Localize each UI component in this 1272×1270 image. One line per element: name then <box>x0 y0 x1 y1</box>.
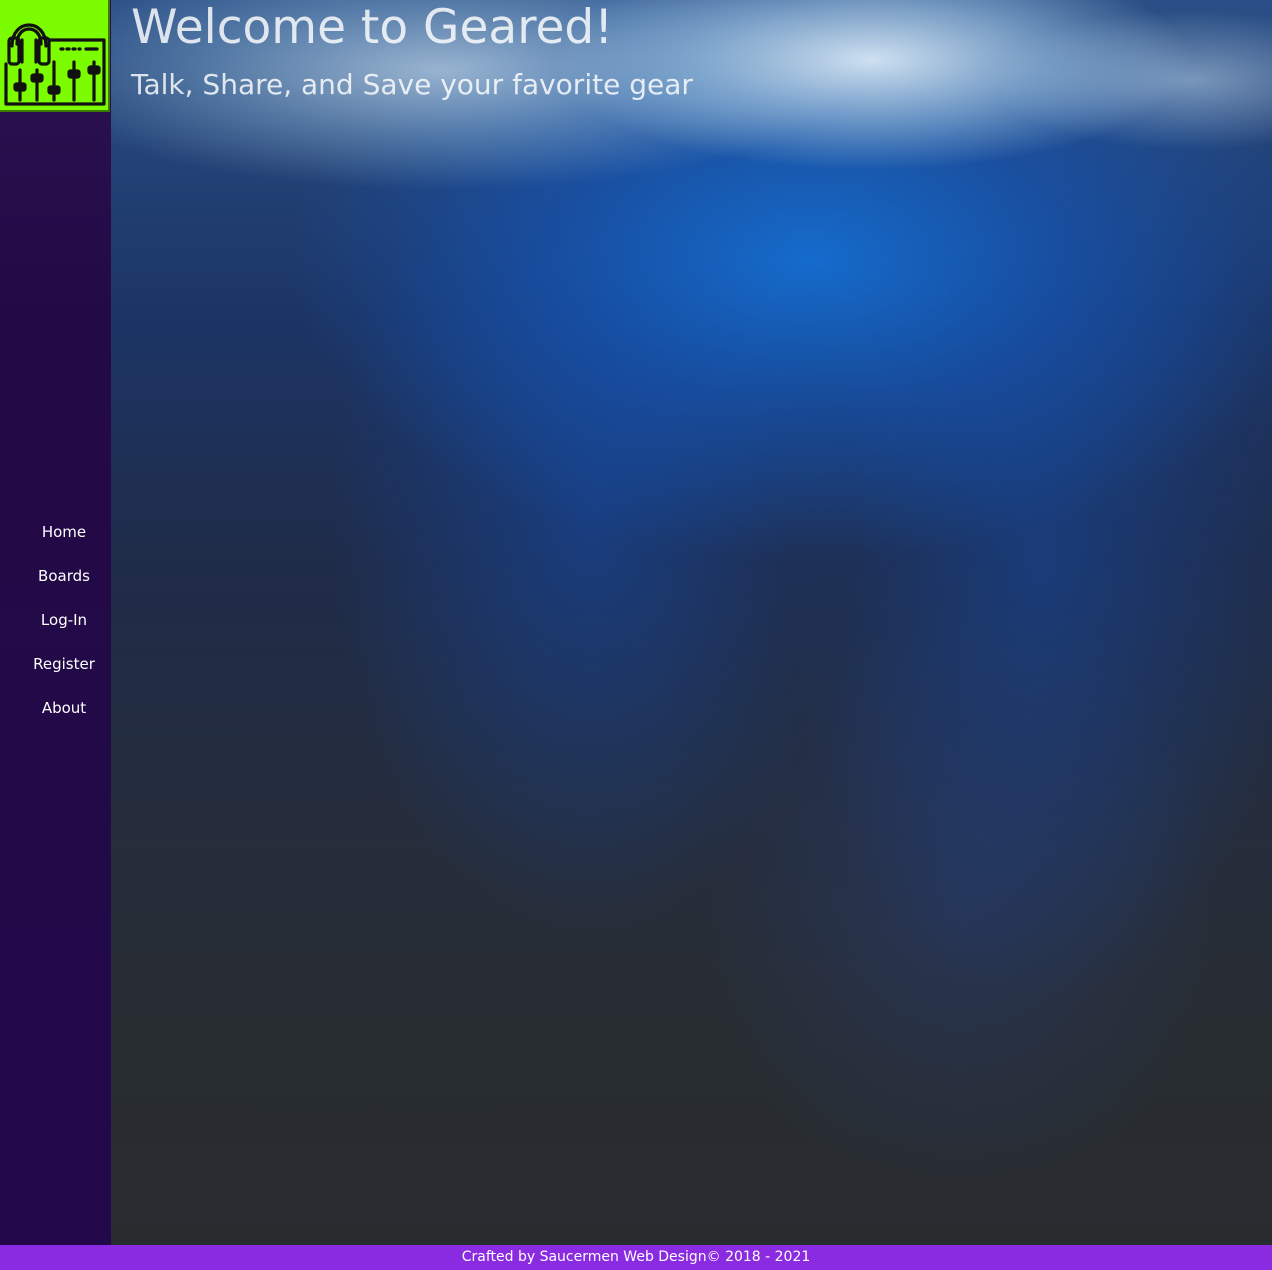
sidebar-nav: Home Boards Log-In Register About <box>0 517 111 737</box>
page: Welcome to Geared! Talk, Share, and Save… <box>0 0 1272 1270</box>
page-title: Welcome to Geared! <box>131 0 614 55</box>
footer: Crafted by Saucermen Web Design© 2018 - … <box>0 1245 1272 1270</box>
sidebar-item-register[interactable]: Register <box>0 649 111 693</box>
sidebar-item-log-in[interactable]: Log-In <box>0 605 111 649</box>
footer-credit-text: Crafted by Saucermen Web Design© 2018 - … <box>461 1249 811 1265</box>
sidebar-item-about[interactable]: About <box>0 693 111 737</box>
hero-background <box>111 0 1272 1245</box>
logo[interactable] <box>0 0 110 112</box>
page-subtitle: Talk, Share, and Save your favorite gear <box>131 68 693 101</box>
sidebar-item-home[interactable]: Home <box>0 517 111 561</box>
headphones-mixer-icon <box>4 23 106 106</box>
sidebar-item-boards[interactable]: Boards <box>0 561 111 605</box>
sidebar: Home Boards Log-In Register About <box>0 0 111 1245</box>
